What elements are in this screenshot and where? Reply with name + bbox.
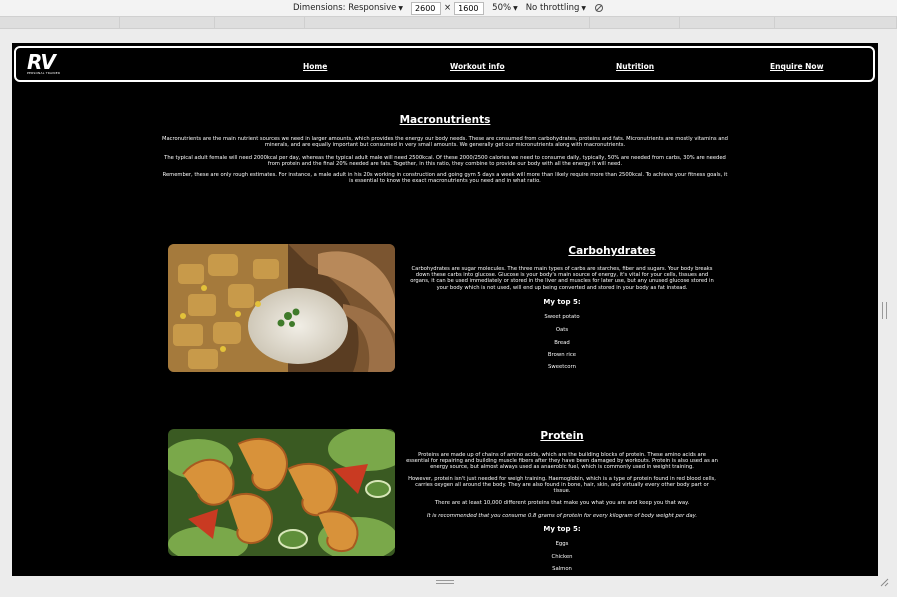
nav-link-workout-info[interactable]: Workout info xyxy=(450,62,505,71)
carbohydrates-title: Carbohydrates xyxy=(568,245,656,257)
list-item: Salmon xyxy=(552,566,572,572)
dimensions-label: Dimensions: Responsive xyxy=(293,3,397,13)
protein-para-2: However, protein isn't just needed for w… xyxy=(408,476,716,495)
list-item: Sweet potato xyxy=(544,314,580,320)
chevron-down-icon: ▼ xyxy=(513,4,518,12)
list-item: Eggs xyxy=(555,541,569,547)
resize-handle-bottom[interactable] xyxy=(436,580,454,584)
protein-para-3: There are at least 10,000 different prot… xyxy=(434,500,690,506)
device-toolbar: Dimensions: Responsive ▼ × 50% ▼ No thro… xyxy=(0,0,897,17)
protein-para-1: Proteins are made up of chains of amino … xyxy=(406,452,718,471)
resize-corner-icon[interactable] xyxy=(880,578,889,587)
protein-para-4: It is recommended that you consume 0.8 g… xyxy=(426,513,698,519)
media-query-ruler[interactable] xyxy=(0,17,897,29)
navbar: RV PERSONAL TRAINER Home Workout info Nu… xyxy=(14,46,875,82)
list-item: Bread xyxy=(554,340,570,346)
macronutrients-para-1: Macronutrients are the main nutrient sou… xyxy=(162,136,728,149)
resize-handle-right[interactable] xyxy=(882,302,887,319)
chevron-down-icon: ▼ xyxy=(398,4,404,12)
nav-link-enquire-now[interactable]: Enquire Now xyxy=(770,62,824,71)
protein-top5-label: My top 5: xyxy=(543,525,581,533)
times-sign: × xyxy=(444,3,452,13)
carbohydrates-para: Carbohydrates are sugar molecules. The t… xyxy=(410,266,714,291)
chevron-down-icon: ▼ xyxy=(581,4,586,12)
protein-title: Protein xyxy=(540,430,584,442)
logo[interactable]: RV PERSONAL TRAINER xyxy=(27,50,61,79)
rotate-button[interactable] xyxy=(594,3,604,13)
zoom-label: 50% xyxy=(492,3,512,13)
nav-link-nutrition[interactable]: Nutrition xyxy=(616,62,654,71)
macronutrients-para-2: The typical adult female will need 2000k… xyxy=(164,155,726,168)
rotate-icon xyxy=(594,4,603,12)
logo-text: RV xyxy=(27,50,56,74)
throttling-dropdown[interactable]: No throttling ▼ xyxy=(526,3,586,13)
throttling-label: No throttling xyxy=(525,3,580,13)
width-input[interactable] xyxy=(411,1,442,15)
shrimp-salad-image xyxy=(168,429,395,556)
zoom-dropdown[interactable]: 50% ▼ xyxy=(492,3,518,13)
carbs-top5-label: My top 5: xyxy=(543,298,581,306)
dimensions-dropdown[interactable]: Dimensions: Responsive ▼ xyxy=(293,3,403,13)
macronutrients-para-3: Remember, these are only rough estimates… xyxy=(162,172,728,185)
logo-subtitle: PERSONAL TRAINER xyxy=(27,71,61,75)
macronutrients-title: Macronutrients xyxy=(399,114,491,126)
list-item: Brown rice xyxy=(547,352,577,358)
height-input[interactable] xyxy=(454,1,485,15)
curry-rice-image xyxy=(168,244,395,372)
page-viewport: RV PERSONAL TRAINER Home Workout info Nu… xyxy=(12,43,878,576)
list-item: Sweetcorn xyxy=(548,364,576,370)
list-item: Chicken xyxy=(551,554,573,560)
list-item: Oats xyxy=(555,327,569,333)
nav-link-home[interactable]: Home xyxy=(303,62,327,71)
